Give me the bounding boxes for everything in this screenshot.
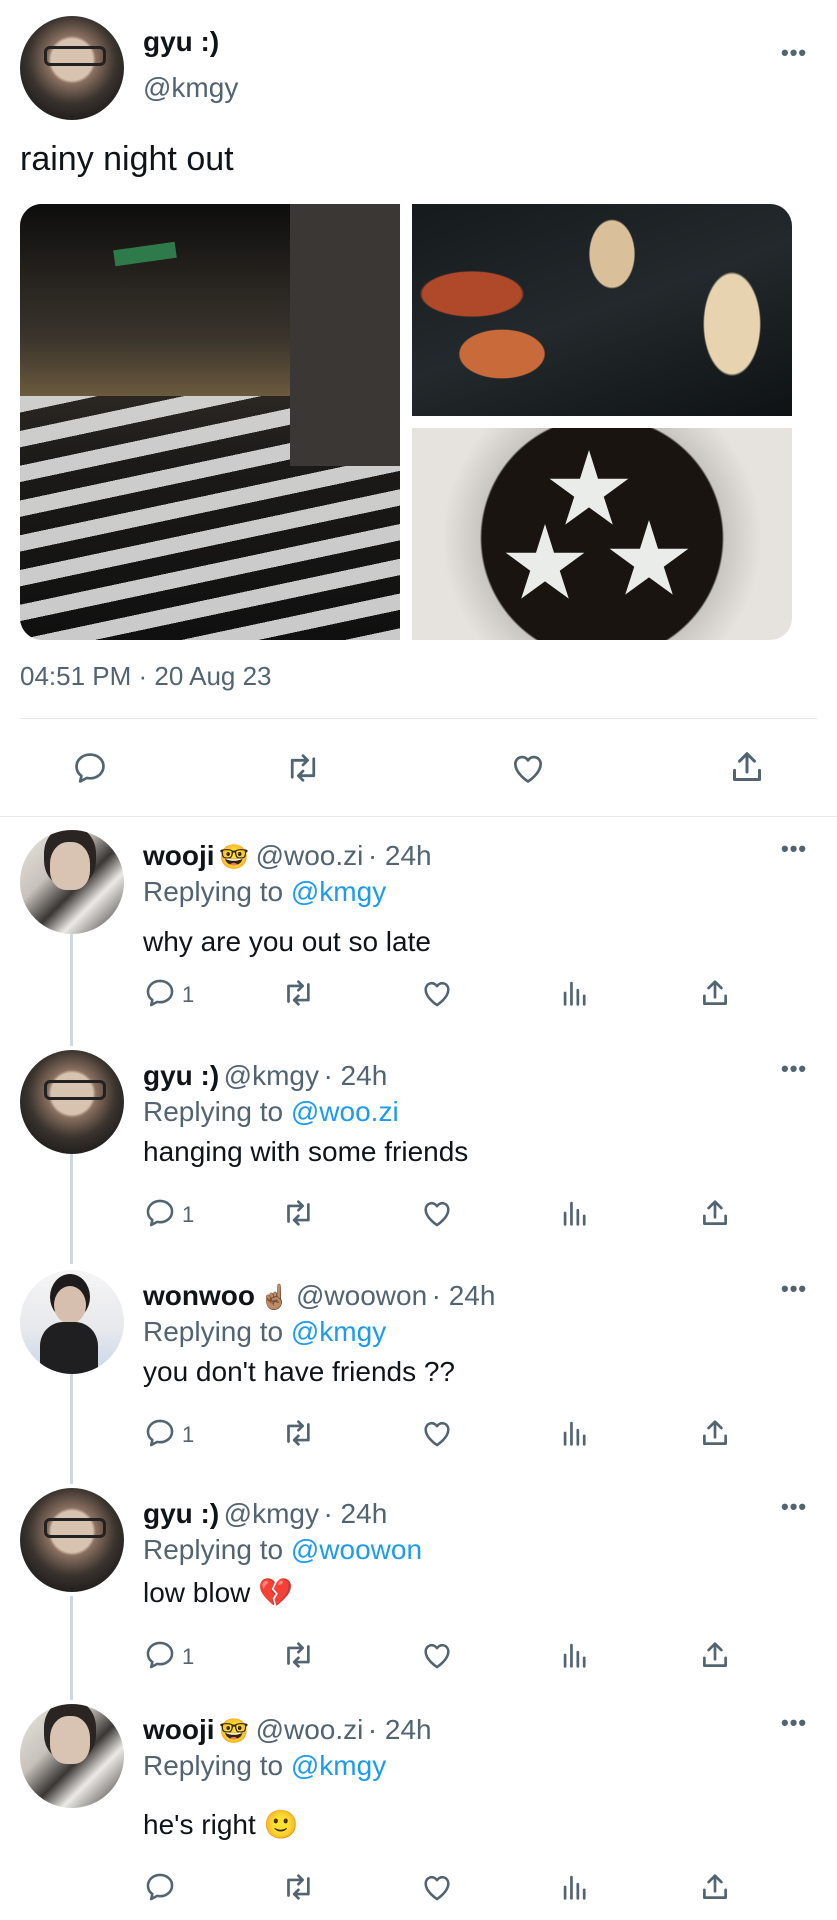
thread-line bbox=[70, 1374, 73, 1484]
share-icon[interactable] bbox=[698, 1638, 732, 1672]
views-icon[interactable] bbox=[558, 1416, 592, 1450]
reply-count: 1 bbox=[182, 1422, 195, 1447]
more-options-icon[interactable]: ••• bbox=[781, 1494, 807, 1520]
reply-time: · 24h bbox=[431, 1280, 496, 1311]
heart-icon[interactable] bbox=[508, 749, 548, 787]
avatar[interactable] bbox=[20, 1488, 124, 1592]
name-emoji: ☝🏽 bbox=[259, 1284, 296, 1311]
author-handle[interactable]: @kmgy bbox=[224, 1498, 319, 1529]
replying-to-label: Replying to bbox=[143, 1534, 291, 1565]
retweet-icon[interactable] bbox=[280, 1870, 314, 1904]
more-options-icon[interactable]: ••• bbox=[781, 1276, 807, 1302]
reply-text: low blow 💔 bbox=[143, 1577, 294, 1608]
reply-icon[interactable] bbox=[143, 976, 177, 1010]
author-name[interactable]: gyu :) bbox=[143, 1060, 219, 1091]
heart-icon[interactable] bbox=[420, 1870, 454, 1904]
reply-count: 1 bbox=[182, 1202, 195, 1227]
heart-icon[interactable] bbox=[420, 1416, 454, 1450]
replying-to-mention[interactable]: @kmgy bbox=[291, 1316, 386, 1347]
photo-street[interactable] bbox=[20, 204, 400, 640]
reply-icon[interactable] bbox=[143, 1196, 177, 1230]
retweet-icon[interactable] bbox=[280, 1196, 314, 1230]
reply-text: why are you out so late bbox=[143, 926, 431, 957]
thread-line bbox=[70, 1154, 73, 1264]
photo-ice-drink[interactable] bbox=[412, 428, 792, 640]
thread-line bbox=[70, 1596, 73, 1700]
avatar[interactable] bbox=[20, 830, 124, 934]
thread-line bbox=[70, 934, 73, 1046]
replying-to: Replying to @kmgy bbox=[143, 876, 386, 908]
tweet-timestamp: 04:51 PM · 20 Aug 23 bbox=[20, 661, 272, 691]
author-name[interactable]: wonwoo bbox=[143, 1280, 255, 1311]
more-options-icon[interactable]: ••• bbox=[781, 836, 807, 862]
reply-count: 1 bbox=[182, 1644, 195, 1669]
author-name[interactable]: wooji bbox=[143, 1714, 215, 1745]
views-icon[interactable] bbox=[558, 976, 592, 1010]
reply-icon[interactable] bbox=[143, 1638, 177, 1672]
heart-icon[interactable] bbox=[420, 976, 454, 1010]
reply-icon[interactable] bbox=[71, 749, 109, 787]
share-icon[interactable] bbox=[727, 747, 767, 787]
author-handle[interactable]: @woowon bbox=[296, 1280, 427, 1311]
author-name[interactable]: gyu :) bbox=[143, 1498, 219, 1529]
reply-count: 1 bbox=[182, 982, 195, 1007]
more-options-icon[interactable]: ••• bbox=[781, 1710, 807, 1736]
more-options-icon[interactable]: ••• bbox=[781, 40, 807, 66]
retweet-icon[interactable] bbox=[280, 1638, 314, 1672]
name-emoji: 🤓 bbox=[219, 844, 256, 871]
replying-to-label: Replying to bbox=[143, 1096, 291, 1127]
avatar[interactable] bbox=[20, 16, 124, 120]
reply-text: you don't have friends ?? bbox=[143, 1356, 456, 1387]
divider bbox=[20, 718, 817, 719]
views-icon[interactable] bbox=[558, 1870, 592, 1904]
replying-to-mention[interactable]: @kmgy bbox=[291, 876, 386, 907]
share-icon[interactable] bbox=[698, 976, 732, 1010]
tweet-text: rainy night out bbox=[20, 140, 234, 178]
replying-to: Replying to @kmgy bbox=[143, 1750, 386, 1782]
avatar[interactable] bbox=[20, 1704, 124, 1808]
more-options-icon[interactable]: ••• bbox=[781, 1056, 807, 1082]
avatar[interactable] bbox=[20, 1050, 124, 1154]
reply-text: hanging with some friends bbox=[143, 1136, 469, 1167]
reply-text: he's right 🙂 bbox=[143, 1809, 299, 1840]
reply-time: · 24h bbox=[323, 1060, 388, 1091]
author-name[interactable]: wooji bbox=[143, 840, 215, 871]
views-icon[interactable] bbox=[558, 1196, 592, 1230]
name-emoji: 🤓 bbox=[219, 1718, 256, 1745]
replying-to: Replying to @kmgy bbox=[143, 1316, 386, 1348]
author-handle[interactable]: @kmgy bbox=[224, 1060, 319, 1091]
share-icon[interactable] bbox=[698, 1196, 732, 1230]
replying-to-label: Replying to bbox=[143, 1316, 291, 1347]
replying-to-label: Replying to bbox=[143, 876, 291, 907]
retweet-icon[interactable] bbox=[280, 976, 314, 1010]
photo-koi[interactable] bbox=[412, 204, 792, 416]
reply-icon[interactable] bbox=[143, 1870, 177, 1904]
replying-to: Replying to @woowon bbox=[143, 1534, 422, 1566]
author-handle[interactable]: @woo.zi bbox=[256, 840, 364, 871]
retweet-icon[interactable] bbox=[283, 749, 323, 787]
author-name[interactable]: gyu :) bbox=[143, 26, 219, 58]
author-handle[interactable]: @kmgy bbox=[143, 72, 238, 104]
replying-to-label: Replying to bbox=[143, 1750, 291, 1781]
author-handle[interactable]: @woo.zi bbox=[256, 1714, 364, 1745]
share-icon[interactable] bbox=[698, 1870, 732, 1904]
divider bbox=[0, 816, 837, 817]
reply-time: · 24h bbox=[367, 1714, 432, 1745]
reply-time: · 24h bbox=[323, 1498, 388, 1529]
share-icon[interactable] bbox=[698, 1416, 732, 1450]
reply-time: · 24h bbox=[367, 840, 432, 871]
replying-to-mention[interactable]: @woo.zi bbox=[291, 1096, 399, 1127]
replying-to-mention[interactable]: @kmgy bbox=[291, 1750, 386, 1781]
heart-icon[interactable] bbox=[420, 1638, 454, 1672]
replying-to-mention[interactable]: @woowon bbox=[291, 1534, 422, 1565]
retweet-icon[interactable] bbox=[280, 1416, 314, 1450]
avatar[interactable] bbox=[20, 1270, 124, 1374]
reply-icon[interactable] bbox=[143, 1416, 177, 1450]
heart-icon[interactable] bbox=[420, 1196, 454, 1230]
replying-to: Replying to @woo.zi bbox=[143, 1096, 399, 1128]
views-icon[interactable] bbox=[558, 1638, 592, 1672]
